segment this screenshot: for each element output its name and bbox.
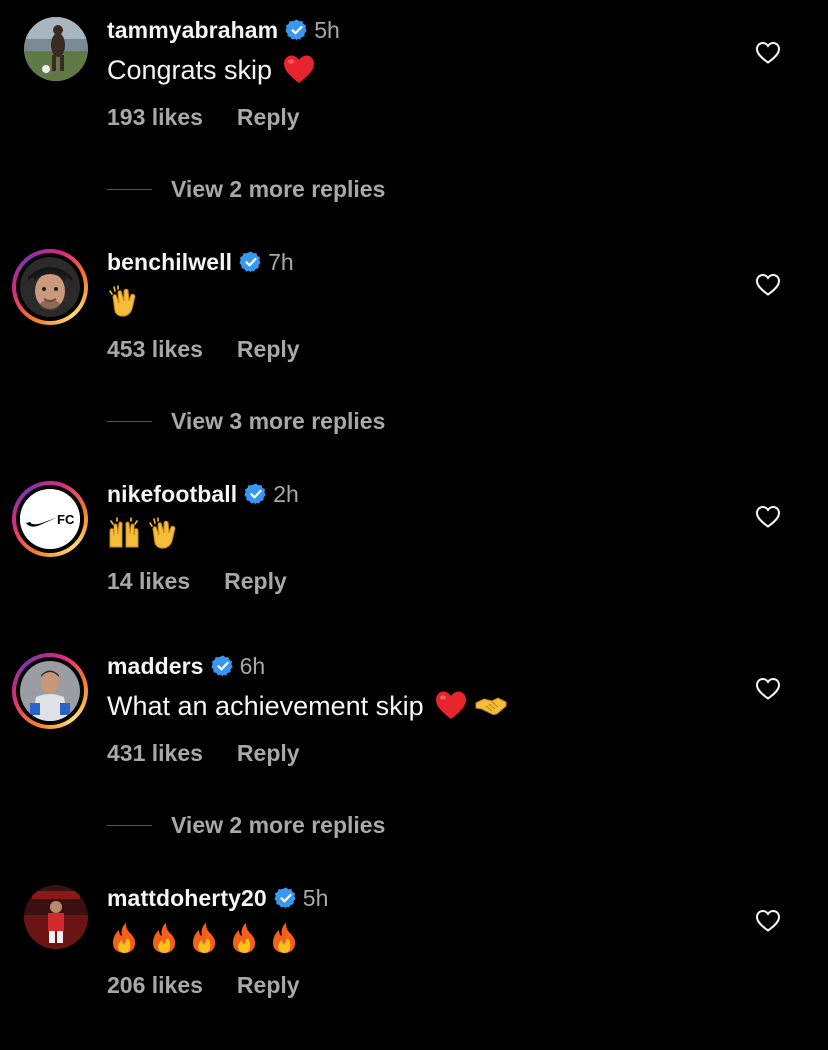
verified-badge-icon xyxy=(285,19,307,41)
username[interactable]: madders xyxy=(107,653,204,680)
likes-count[interactable]: 431 likes xyxy=(107,740,203,767)
handshake-emoji-icon xyxy=(475,697,507,715)
timestamp: 7h xyxy=(268,248,294,275)
like-heart-icon[interactable] xyxy=(755,505,781,529)
red-heart-emoji-icon xyxy=(435,691,466,719)
fire-emoji-icon xyxy=(232,923,256,953)
avatar[interactable] xyxy=(12,249,88,325)
view-more-replies[interactable]: View 2 more replies xyxy=(107,174,385,204)
avatar[interactable] xyxy=(24,17,88,81)
clapping-hands-emoji-icon xyxy=(149,517,176,549)
view-replies-label[interactable]: View 2 more replies xyxy=(171,812,385,839)
replies-divider xyxy=(107,420,152,422)
avatar[interactable] xyxy=(24,885,88,949)
verified-badge-icon xyxy=(244,483,266,505)
view-replies-label[interactable]: View 3 more replies xyxy=(171,408,385,435)
username[interactable]: tammyabraham xyxy=(107,17,278,44)
likes-count[interactable]: 453 likes xyxy=(107,336,203,363)
like-heart-icon[interactable] xyxy=(755,273,781,297)
comment-item: benchilwell 7h 453 likes Reply View 3 mo… xyxy=(0,232,828,452)
reply-button[interactable]: Reply xyxy=(237,740,300,767)
avatar[interactable]: FC xyxy=(12,481,88,557)
view-more-replies[interactable]: View 2 more replies xyxy=(107,810,385,840)
comment-text xyxy=(107,920,301,956)
fire-emoji-icon xyxy=(152,923,176,953)
timestamp: 2h xyxy=(273,480,299,507)
timestamp: 5h xyxy=(302,884,329,911)
username[interactable]: mattdoherty20 xyxy=(107,885,267,912)
comment-text: What an achievement skip xyxy=(107,688,508,724)
verified-badge-icon xyxy=(274,887,296,909)
comment-item: FC nikefootball 2h 14 likes Reply xyxy=(0,464,828,624)
likes-count[interactable]: 193 likes xyxy=(107,104,203,131)
fire-emoji-icon xyxy=(272,923,296,953)
comment-text: Congrats skip xyxy=(107,52,316,88)
reply-button[interactable]: Reply xyxy=(237,972,300,999)
like-heart-icon[interactable] xyxy=(755,677,781,701)
red-heart-emoji-icon xyxy=(284,55,315,83)
avatar-text: FC xyxy=(57,512,75,527)
fire-emoji-icon xyxy=(112,923,136,953)
username[interactable]: nikefootball xyxy=(107,481,237,508)
like-heart-icon[interactable] xyxy=(755,41,781,65)
comment-item: tammyabraham 5h Congrats skip 193 likes … xyxy=(0,0,828,220)
reply-button[interactable]: Reply xyxy=(237,104,300,131)
comment-body: What an achievement skip xyxy=(107,691,424,721)
replies-divider xyxy=(107,188,152,190)
timestamp: 6h xyxy=(239,652,266,679)
replies-divider xyxy=(107,824,152,826)
comment-text xyxy=(107,284,141,320)
like-heart-icon[interactable] xyxy=(755,909,781,933)
timestamp: 5h xyxy=(314,16,340,43)
view-more-replies[interactable]: View 3 more replies xyxy=(107,406,385,436)
username[interactable]: benchilwell xyxy=(107,249,232,276)
likes-count[interactable]: 14 likes xyxy=(107,568,190,595)
raising-hands-emoji-icon xyxy=(109,517,139,548)
comment-item: madders 6h What an achievement skip 431 … xyxy=(0,636,828,856)
fire-emoji-icon xyxy=(192,923,216,953)
reply-button[interactable]: Reply xyxy=(237,336,300,363)
avatar[interactable] xyxy=(12,653,88,729)
clapping-hands-emoji-icon xyxy=(109,285,136,317)
reply-button[interactable]: Reply xyxy=(224,568,287,595)
nike-logo-icon: FC xyxy=(20,489,80,549)
comment-text xyxy=(107,516,181,552)
comment-body: Congrats skip xyxy=(107,55,273,85)
verified-badge-icon xyxy=(239,251,261,273)
verified-badge-icon xyxy=(210,655,233,677)
likes-count[interactable]: 206 likes xyxy=(107,972,203,999)
comment-item: mattdoherty20 5h 206 likes Reply xyxy=(0,868,828,1050)
view-replies-label[interactable]: View 2 more replies xyxy=(171,176,385,203)
